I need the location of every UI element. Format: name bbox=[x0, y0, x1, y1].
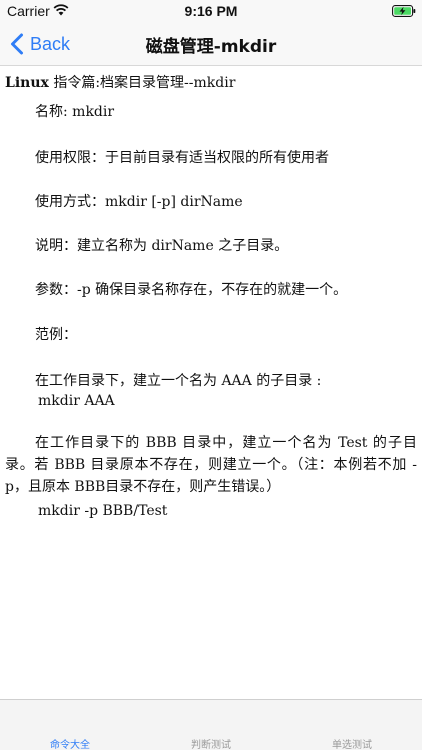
permission-line: 使用权限：于目前目录有适当权限的所有使用者 bbox=[35, 150, 329, 166]
navigation-bar: Back 磁盘管理-mkdir bbox=[0, 22, 422, 66]
example2-text: 在工作目录下的 BBB 目录中，建立一个名为 Test 的子目录。若 BBB 目… bbox=[5, 435, 417, 495]
status-bar: Carrier 9:16 PM bbox=[0, 0, 422, 22]
tab-true-false-test[interactable]: 判断测试 bbox=[141, 736, 281, 750]
tab-commands[interactable]: 命令大全 bbox=[0, 736, 140, 750]
example2-command: mkdir -p BBB/Test bbox=[38, 503, 168, 519]
document-content: Linux 指令篇:档案目录管理--mkdir 名称: mkdir 使用权限：于… bbox=[0, 67, 422, 699]
example-label: 范例： bbox=[35, 327, 77, 343]
page-title: 磁盘管理-mkdir bbox=[145, 37, 277, 57]
status-time: 9:16 PM bbox=[184, 3, 238, 19]
example1-command: mkdir AAA bbox=[38, 393, 115, 409]
example1-text: 在工作目录下，建立一个名为 AAA 的子目录 : bbox=[35, 373, 322, 389]
params-line: 参数：-p 确保目录名称存在，不存在的就建一个。 bbox=[35, 282, 348, 298]
tab-bar: 命令大全 判断测试 单选测试 bbox=[0, 699, 422, 750]
usage-line: 使用方式：mkdir [-p] dirName bbox=[35, 194, 243, 210]
description-line: 说明：建立名称为 dirName 之子目录。 bbox=[35, 238, 289, 254]
battery-charging-icon bbox=[392, 5, 416, 17]
document-heading: Linux 指令篇:档案目录管理--mkdir bbox=[5, 72, 235, 92]
name-line: 名称: mkdir bbox=[35, 104, 115, 120]
tab-single-choice-test[interactable]: 单选测试 bbox=[282, 736, 422, 750]
heading-rest: 指令篇:档案目录管理--mkdir bbox=[48, 75, 236, 91]
heading-latin: Linux bbox=[5, 75, 49, 91]
